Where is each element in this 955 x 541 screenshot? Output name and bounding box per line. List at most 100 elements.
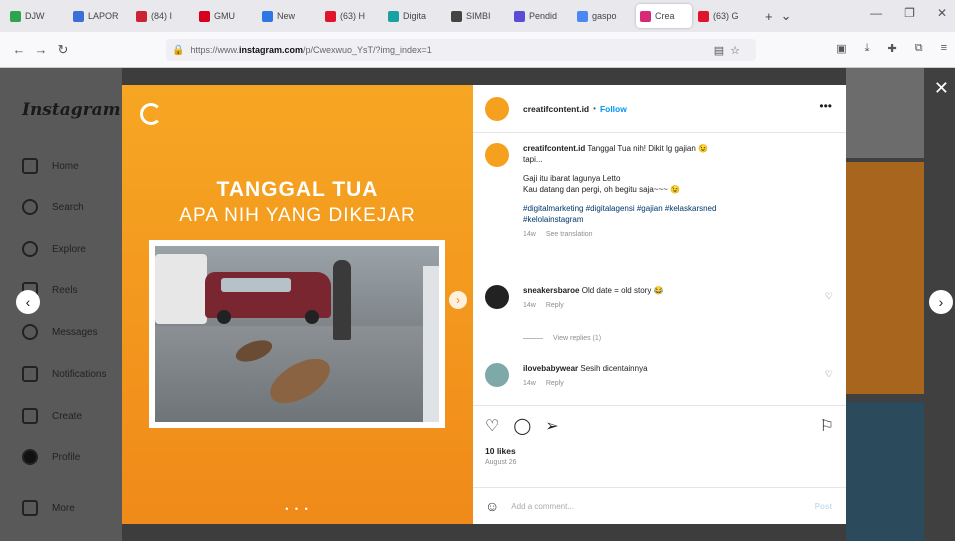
tab-list-icon[interactable]: ⌄ [781, 8, 792, 24]
tab-label: SIMBI [466, 11, 491, 21]
tab-label: Digita [403, 11, 427, 21]
previous-post-icon[interactable]: ‹ [16, 290, 40, 314]
new-tab-button[interactable]: + [765, 9, 773, 24]
messenger-icon [22, 324, 38, 340]
browser-tab[interactable]: (63) G [694, 4, 755, 28]
instagram-logo[interactable]: Instagram [22, 100, 121, 120]
url-bar[interactable]: 🔒 https://www. instagram.com/p/Cwexwuo_Ys… [166, 39, 756, 61]
tab-favicon-icon [199, 10, 210, 22]
view-replies-link[interactable]: View replies (1) [523, 335, 601, 342]
caption-hashtags[interactable]: #digitalmarketing #digitalagensi #gajian… [523, 203, 716, 214]
reload-icon[interactable]: ↻ [52, 42, 74, 58]
avatar [22, 449, 38, 465]
post-username[interactable]: creatifcontent.id [523, 104, 589, 114]
browser-tab[interactable]: DJW [6, 4, 67, 28]
avatar[interactable] [485, 285, 509, 309]
close-window-icon[interactable]: ✕ [937, 6, 947, 20]
caption-hashtags[interactable]: #kelolainstagram [523, 214, 716, 225]
pocket-icon[interactable]: ▣ [836, 42, 846, 55]
caption-time: 14w [523, 231, 536, 238]
post-media[interactable]: TANGGAL TUA APA NIH YANG DIKEJAR › • • • [122, 85, 473, 524]
browser-tab[interactable]: Digita [384, 4, 445, 28]
comment-username[interactable]: ilovebabywear [523, 364, 578, 373]
caption-username[interactable]: creatifcontent.id [523, 144, 585, 153]
reply-link[interactable]: Reply [546, 302, 564, 309]
caption-text: Gaji itu ibarat lagunya Letto [523, 174, 621, 183]
compass-icon [22, 241, 38, 257]
minimize-icon[interactable]: — [870, 6, 882, 20]
restore-icon[interactable]: ❐ [904, 6, 915, 20]
bookmark-star-icon[interactable]: ▤☆ [714, 44, 746, 57]
comment-text: Old date = old story 😂 [581, 286, 664, 295]
bookmark-icon[interactable]: ⚐ [820, 416, 834, 436]
more-options-icon[interactable]: ••• [819, 99, 832, 113]
tab-label: Crea [655, 11, 675, 21]
share-send-icon[interactable]: ➢ [545, 416, 558, 436]
browser-tab[interactable]: New [258, 4, 319, 28]
like-comment-icon[interactable]: ♡ [825, 369, 833, 380]
sidebar-item-label: More [52, 502, 75, 514]
see-translation-link[interactable]: See translation [546, 231, 593, 238]
post-comment-button[interactable]: Post [815, 502, 832, 511]
back-icon[interactable]: ← [8, 42, 30, 57]
close-icon[interactable]: ✕ [934, 78, 949, 99]
avatar[interactable] [485, 363, 509, 387]
post-details-panel: creatifcontent.id • Follow ••• creatifco… [473, 85, 846, 524]
tab-favicon-icon [577, 10, 588, 22]
extension-icon[interactable]: ✚ [888, 42, 897, 55]
browser-nav-bar: ← → ↻ 🔒 https://www. instagram.com/p/Cwex… [0, 32, 955, 68]
comment-bubble-icon[interactable]: ◯ [513, 416, 531, 436]
media-photo [149, 240, 445, 428]
browser-tab[interactable]: Pendid [510, 4, 571, 28]
reply-link[interactable]: Reply [546, 380, 564, 387]
emoji-icon[interactable]: ☺ [485, 498, 499, 514]
like-comment-icon[interactable]: ♡ [825, 291, 833, 302]
tab-favicon-icon [451, 10, 462, 22]
next-post-icon[interactable]: › [929, 290, 953, 314]
sidebar-item-notifications[interactable]: Notifications [22, 366, 106, 382]
browser-tab[interactable]: GMU [195, 4, 256, 28]
download-icon[interactable]: ⤓ [865, 42, 870, 55]
sidebar-item-search[interactable]: Search [22, 199, 84, 215]
tab-label: (63) H [340, 11, 366, 21]
like-heart-icon[interactable]: ♡ [485, 416, 499, 436]
menu-icon [22, 500, 38, 516]
plus-square-icon [22, 408, 38, 424]
sidebar-item-explore[interactable]: Explore [22, 241, 86, 257]
comment-username[interactable]: sneakersbaroe [523, 286, 579, 295]
tab-label: New [277, 11, 296, 21]
comment-item: ilovebabywear Sesih dicentainnya 14w Repl… [485, 363, 833, 389]
post-date: August 26 [485, 459, 517, 466]
browser-tab[interactable]: gaspo [573, 4, 634, 28]
instagram-page: Instagram Home Search Explore Reels Messages… [0, 68, 955, 541]
likes-count[interactable]: 10 likes [485, 446, 834, 456]
heart-icon [22, 366, 38, 382]
comment-input[interactable]: Add a comment... [511, 502, 574, 511]
sidebar-item-messages[interactable]: Messages [22, 324, 98, 340]
grid-tile [846, 402, 924, 541]
browser-tab[interactable]: LAPOR [69, 4, 130, 28]
lock-icon: 🔒 [172, 44, 185, 56]
hamburger-menu-icon[interactable]: ≡ [941, 42, 947, 55]
forward-icon[interactable]: → [30, 42, 52, 57]
post-caption: creatifcontent.id Tanggal Tua nih! Dikit… [485, 143, 833, 240]
url-host: instagram.com [238, 45, 303, 55]
browser-tab[interactable]: Crea [636, 4, 692, 28]
follow-button[interactable]: Follow [600, 104, 627, 114]
avatar[interactable] [485, 96, 509, 121]
sidebar-item-home[interactable]: Home [22, 158, 79, 174]
comment-item: sneakersbaroe Old date = old story 😂 14w… [485, 285, 833, 311]
tab-favicon-icon [262, 10, 273, 22]
browser-tab[interactable]: SIMBI [447, 4, 508, 28]
sidebar-item-profile[interactable]: Profile [22, 449, 80, 465]
sidebar-item-label: Messages [52, 326, 98, 338]
carousel-next-icon[interactable]: › [449, 291, 467, 309]
sidebar-item-create[interactable]: Create [22, 408, 82, 424]
library-icon[interactable]: ⧉ [915, 42, 923, 55]
sidebar-item-more[interactable]: More [22, 500, 75, 516]
browser-tab[interactable]: (84) I [132, 4, 193, 28]
avatar[interactable] [485, 143, 509, 167]
sidebar-item-label: Explore [52, 243, 86, 255]
browser-tab[interactable]: (63) H [321, 4, 382, 28]
search-icon [22, 199, 38, 215]
